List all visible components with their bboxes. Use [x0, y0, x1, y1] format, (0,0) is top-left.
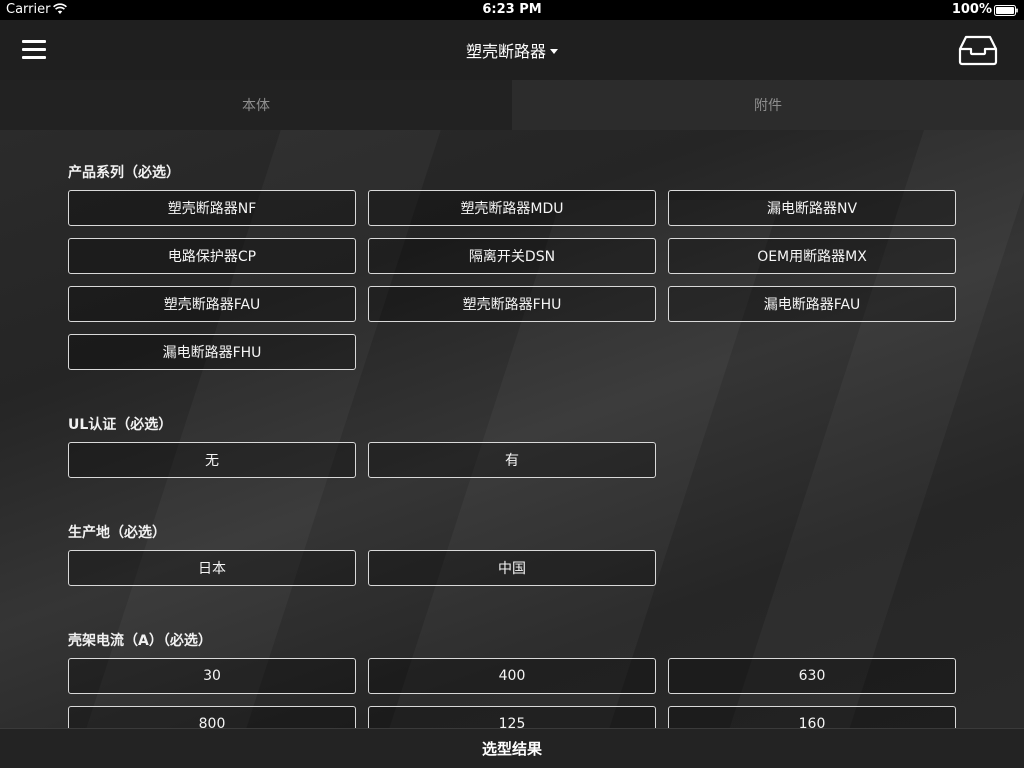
option-series[interactable]: 漏电断路器FHU	[68, 334, 356, 370]
option-current[interactable]: 30	[68, 658, 356, 694]
tab-main-body[interactable]: 本体	[0, 80, 512, 130]
option-series[interactable]: OEM用断路器MX	[668, 238, 956, 274]
section-title-origin: 生产地（必选）	[68, 525, 166, 541]
tab-bar: 本体 附件	[0, 80, 1024, 130]
section-title-ul: UL认证（必选）	[68, 417, 173, 433]
tab-accessories[interactable]: 附件	[512, 80, 1024, 130]
selection-form: 产品系列（必选） 塑壳断路器NF 塑壳断路器MDU 漏电断路器NV 电路保护器C…	[0, 130, 1024, 728]
option-current[interactable]: 160	[668, 706, 956, 728]
option-ul[interactable]: 无	[68, 442, 356, 478]
option-series[interactable]: 塑壳断路器NF	[68, 190, 356, 226]
nav-title-container: 塑壳断路器	[0, 20, 1024, 80]
option-series[interactable]: 隔离开关DSN	[368, 238, 656, 274]
status-time: 6:23 PM	[482, 2, 542, 17]
option-series[interactable]: 塑壳断路器FAU	[68, 286, 356, 322]
battery-icon	[994, 5, 1018, 16]
hamburger-menu-icon[interactable]	[22, 39, 48, 61]
inbox-tray-icon[interactable]	[958, 34, 998, 66]
option-series[interactable]: 塑壳断路器MDU	[368, 190, 656, 226]
option-series[interactable]: 漏电断路器FAU	[668, 286, 956, 322]
section-title-current: 壳架电流（A）（必选）	[68, 633, 212, 649]
option-ul[interactable]: 有	[368, 442, 656, 478]
selection-result-button[interactable]: 选型结果	[0, 728, 1024, 768]
category-dropdown[interactable]: 塑壳断路器	[466, 38, 558, 62]
selection-result-label: 选型结果	[481, 740, 542, 758]
option-series[interactable]: 电路保护器CP	[68, 238, 356, 274]
option-current[interactable]: 400	[368, 658, 656, 694]
option-series[interactable]: 塑壳断路器FHU	[368, 286, 656, 322]
battery-percent: 100%	[951, 2, 992, 17]
option-current[interactable]: 630	[668, 658, 956, 694]
option-current[interactable]: 125	[368, 706, 656, 728]
caret-down-icon	[550, 48, 558, 54]
navigation-bar: 塑壳断路器	[0, 20, 1024, 80]
option-current[interactable]: 800	[68, 706, 356, 728]
option-series[interactable]: 漏电断路器NV	[668, 190, 956, 226]
option-origin[interactable]: 日本	[68, 550, 356, 586]
option-origin[interactable]: 中国	[368, 550, 656, 586]
page-title: 塑壳断路器	[465, 42, 546, 61]
status-bar: Carrier 6:23 PM 100%	[0, 0, 1024, 20]
section-title-series: 产品系列（必选）	[68, 165, 180, 181]
app-screen: Carrier 6:23 PM 100% 塑壳断路器 本体 附件 产品系列（必选…	[0, 0, 1024, 768]
